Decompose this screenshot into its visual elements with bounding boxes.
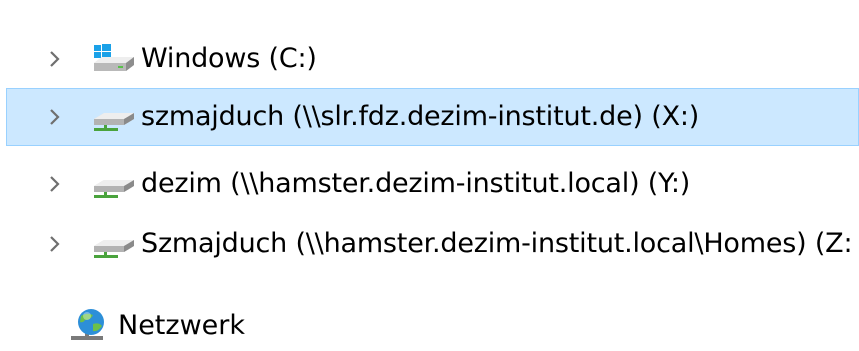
- windows-drive-icon: [94, 44, 134, 71]
- chevron-right-icon[interactable]: [45, 172, 65, 196]
- tree-item-label: Szmajduch (\\hamster.dezim-institut.loca…: [141, 228, 853, 259]
- tree-item-drive-c[interactable]: Windows (C:): [6, 30, 859, 88]
- network-drive-icon: [94, 240, 134, 258]
- navigation-pane-tree: Windows (C:) szmajduch (\\slr.fdz.dezim-…: [0, 0, 859, 351]
- network-globe-icon: [71, 309, 104, 340]
- network-drive-icon: [94, 180, 134, 198]
- tree-item-drive-z[interactable]: Szmajduch (\\hamster.dezim-institut.loca…: [6, 215, 859, 273]
- chevron-right-icon[interactable]: [45, 105, 65, 129]
- chevron-right-icon[interactable]: [45, 232, 65, 256]
- tree-item-label: Netzwerk: [118, 310, 245, 341]
- tree-item-label: Windows (C:): [141, 43, 317, 74]
- tree-item-drive-y[interactable]: dezim (\\hamster.dezim-institut.local) (…: [6, 155, 859, 213]
- chevron-right-icon[interactable]: [45, 47, 65, 71]
- tree-item-drive-x[interactable]: szmajduch (\\slr.fdz.dezim-institut.de) …: [6, 88, 859, 146]
- tree-item-label: dezim (\\hamster.dezim-institut.local) (…: [141, 168, 691, 199]
- tree-item-label: szmajduch (\\slr.fdz.dezim-institut.de) …: [141, 101, 700, 132]
- network-drive-icon: [94, 113, 134, 131]
